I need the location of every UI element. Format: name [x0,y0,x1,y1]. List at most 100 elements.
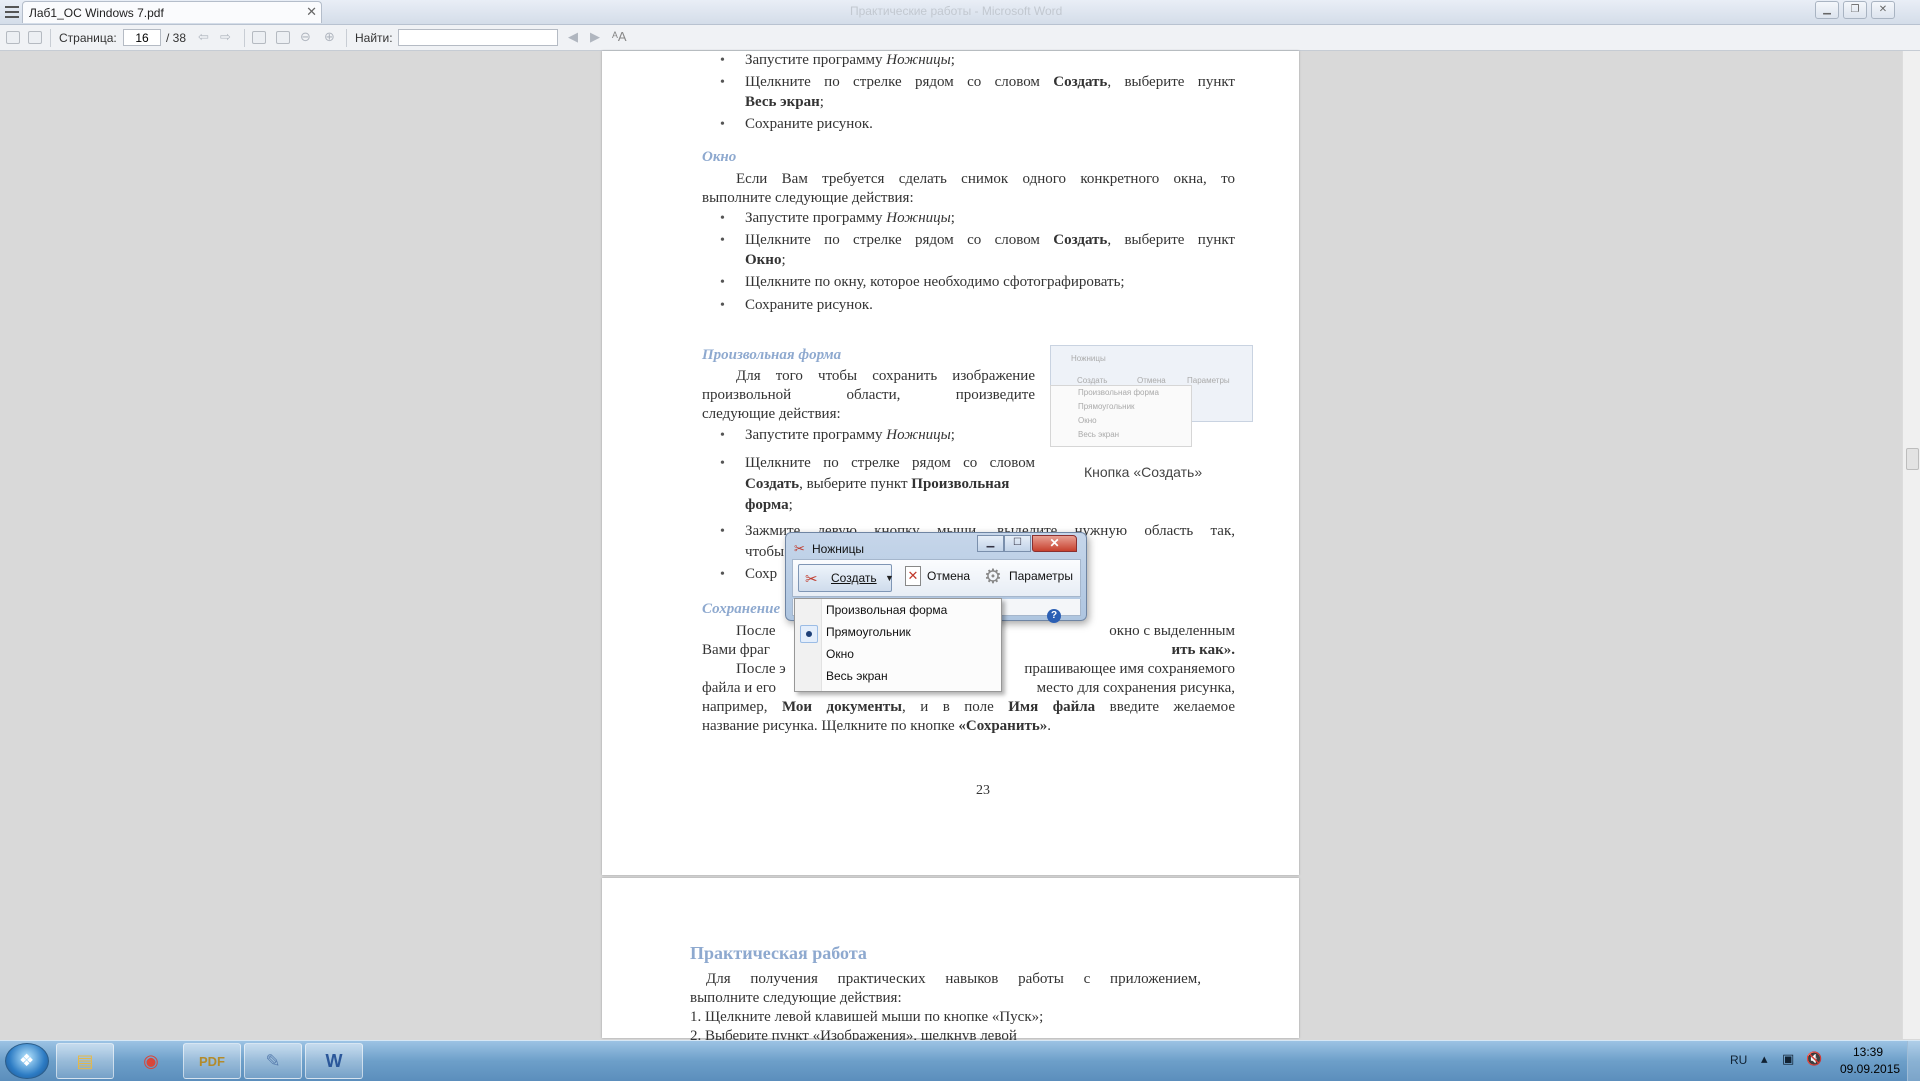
windows-logo-icon: ❖ [19,1051,35,1070]
cancel-icon[interactable]: ✕ [905,566,921,586]
chrome-icon: ◉ [143,1051,159,1071]
bullet-icon: • [720,298,725,313]
taskbar-word[interactable]: W [305,1043,363,1079]
bullet-icon: • [720,275,725,290]
window-title: Практические работы - Microsoft Word [850,4,1063,18]
list-item: 1. Щелкните левой клавишей мыши по кнопк… [690,1009,1044,1025]
find-previous-icon[interactable]: ◀ [568,29,578,45]
show-desktop-button[interactable] [1907,1041,1920,1081]
paragraph: произвольной области, произведите [702,387,1035,403]
new-snip-icon: ✂ [805,571,818,588]
find-input[interactable] [398,29,558,46]
clock-date[interactable]: 09.09.2015 [1840,1062,1900,1076]
language-indicator[interactable]: RU [1730,1053,1747,1067]
network-icon[interactable]: ▣ [1782,1051,1794,1067]
menu-item-full-screen[interactable]: Весь экран [795,666,1001,688]
menu-item-rectangle[interactable]: Прямоугольник [795,622,1001,644]
paragraph: После [736,623,776,639]
bullet-icon: • [720,233,725,248]
viewer-toolbar: Страница: / 38 ⇦ ⇨ ⊖ ⊕ Найти: ◀ ▶ ᴬA [0,25,1920,51]
title-bar: Лаб1_ОС Windows 7.pdf ✕ Практические раб… [0,0,1920,25]
menu-item-label: Произвольная форма [826,603,948,617]
bullet-text-cont: чтобы [745,544,785,560]
menu-item-window[interactable]: Окно [795,644,1001,666]
restore-window-button[interactable]: ❐ [1843,1,1867,19]
paragraph: выполните следующие действия: [690,990,902,1006]
bullet-text-cont: Весь экран; [745,94,824,110]
new-snip-label: Создать [831,571,877,585]
close-window-button[interactable]: ✕ [1871,1,1895,19]
toolbar-separator [346,29,347,47]
paragraph: Вами фраг [702,642,770,658]
paragraph: ить как». [1171,642,1235,658]
figure-menu-item: Весь экран [1078,430,1120,439]
print-icon[interactable] [28,31,42,44]
figure-menu-item: Прямоугольник [1078,402,1135,411]
start-button[interactable]: ❖ [5,1043,49,1079]
pdf-icon: PDF [199,1054,225,1069]
page-number-input[interactable] [123,29,161,46]
taskbar-chrome[interactable]: ◉ [122,1043,180,1079]
match-case-icon[interactable]: ᴬA [612,29,627,44]
bullet-text-cont: Окно; [745,252,786,268]
section-heading: Окно [702,149,737,165]
minimize-window-button[interactable]: ▁ [1815,1,1839,19]
paragraph: После э [736,661,786,677]
paragraph: окно с выделенным [1109,623,1235,639]
maximize-button[interactable]: ☐ [1004,535,1031,552]
menu-item-label: Весь экран [826,669,888,683]
radio-selected-icon [800,625,818,643]
document-page: Практическая работа Для получения практи… [602,878,1299,1044]
bullet-text: Щелкните по стрелке рядом со словом [745,455,1035,471]
clock-time[interactable]: 13:39 [1853,1045,1883,1059]
paragraph: Для получения практических навыков работ… [706,971,1201,987]
taskbar-paint[interactable]: ✎ [244,1043,302,1079]
zoom-out-icon[interactable]: ⊖ [300,29,311,45]
document-page: • Запустите программу Ножницы; • Щелкнит… [602,51,1299,875]
section-heading: Практическая работа [690,943,867,963]
figure-menu-item: Произвольная форма [1078,388,1159,397]
bullet-icon: • [720,211,725,226]
snipping-tool-title: Ножницы [812,542,865,556]
bullet-icon: • [720,428,725,443]
cancel-button[interactable]: Отмена [927,569,970,583]
section-heading: Сохранение [702,601,781,617]
volume-muted-icon[interactable]: 🔇 [1806,1051,1822,1067]
vertical-scrollbar[interactable] [1902,51,1920,1039]
figure-toolbar: Создать Отмена Параметры [1057,366,1245,386]
zoom-in-icon[interactable]: ⊕ [324,29,335,45]
bullet-text: Щелкните по стрелке рядом со словом Созд… [745,74,1235,90]
taskbar: ❖ ▤ ◉ PDF ✎ W RU ▴ ▣ 🔇 13:39 09.09.2015 [0,1040,1920,1081]
previous-page-icon[interactable]: ⇦ [198,29,209,45]
taskbar-pdf-reader[interactable]: PDF [183,1043,241,1079]
gear-icon[interactable]: ⚙ [984,564,1002,589]
fit-width-icon[interactable] [252,31,266,44]
close-icon[interactable]: ✕ [306,4,317,20]
hamburger-menu-icon[interactable] [4,3,20,19]
options-button[interactable]: Параметры [1009,569,1073,583]
thumbnails-icon[interactable] [6,31,20,44]
taskbar-explorer[interactable]: ▤ [56,1043,114,1079]
menu-item-label: Прямоугольник [826,625,911,639]
scissors-icon: ✂ [794,541,805,556]
fit-page-icon[interactable] [276,31,290,44]
figure-options-label: Параметры [1187,376,1230,385]
bullet-text: Сохр [745,566,778,582]
bullet-icon: • [720,75,725,90]
tab-title: Лаб1_ОС Windows 7.pdf [29,6,164,20]
next-page-icon[interactable]: ⇨ [220,29,231,45]
close-button[interactable]: ✕ [1032,535,1077,552]
help-icon[interactable]: ? [1047,609,1061,623]
tray-expand-icon[interactable]: ▴ [1761,1051,1768,1067]
figure-menu-item: Окно [1078,416,1097,425]
scrollbar-thumb[interactable] [1906,448,1919,470]
bullet-text-cont: форма; [745,497,793,513]
menu-item-label: Окно [826,647,854,661]
dropdown-arrow-icon[interactable]: ▼ [885,573,894,583]
paragraph: Если Вам требуется сделать снимок одного… [736,171,1235,187]
new-snip-button[interactable]: ✂ Создать ▼ [798,564,894,592]
document-tab[interactable]: Лаб1_ОС Windows 7.pdf ✕ [22,1,322,23]
menu-item-free-form[interactable]: Произвольная форма [795,600,1001,622]
minimize-button[interactable]: ▁ [977,535,1004,552]
find-next-icon[interactable]: ▶ [590,29,600,45]
